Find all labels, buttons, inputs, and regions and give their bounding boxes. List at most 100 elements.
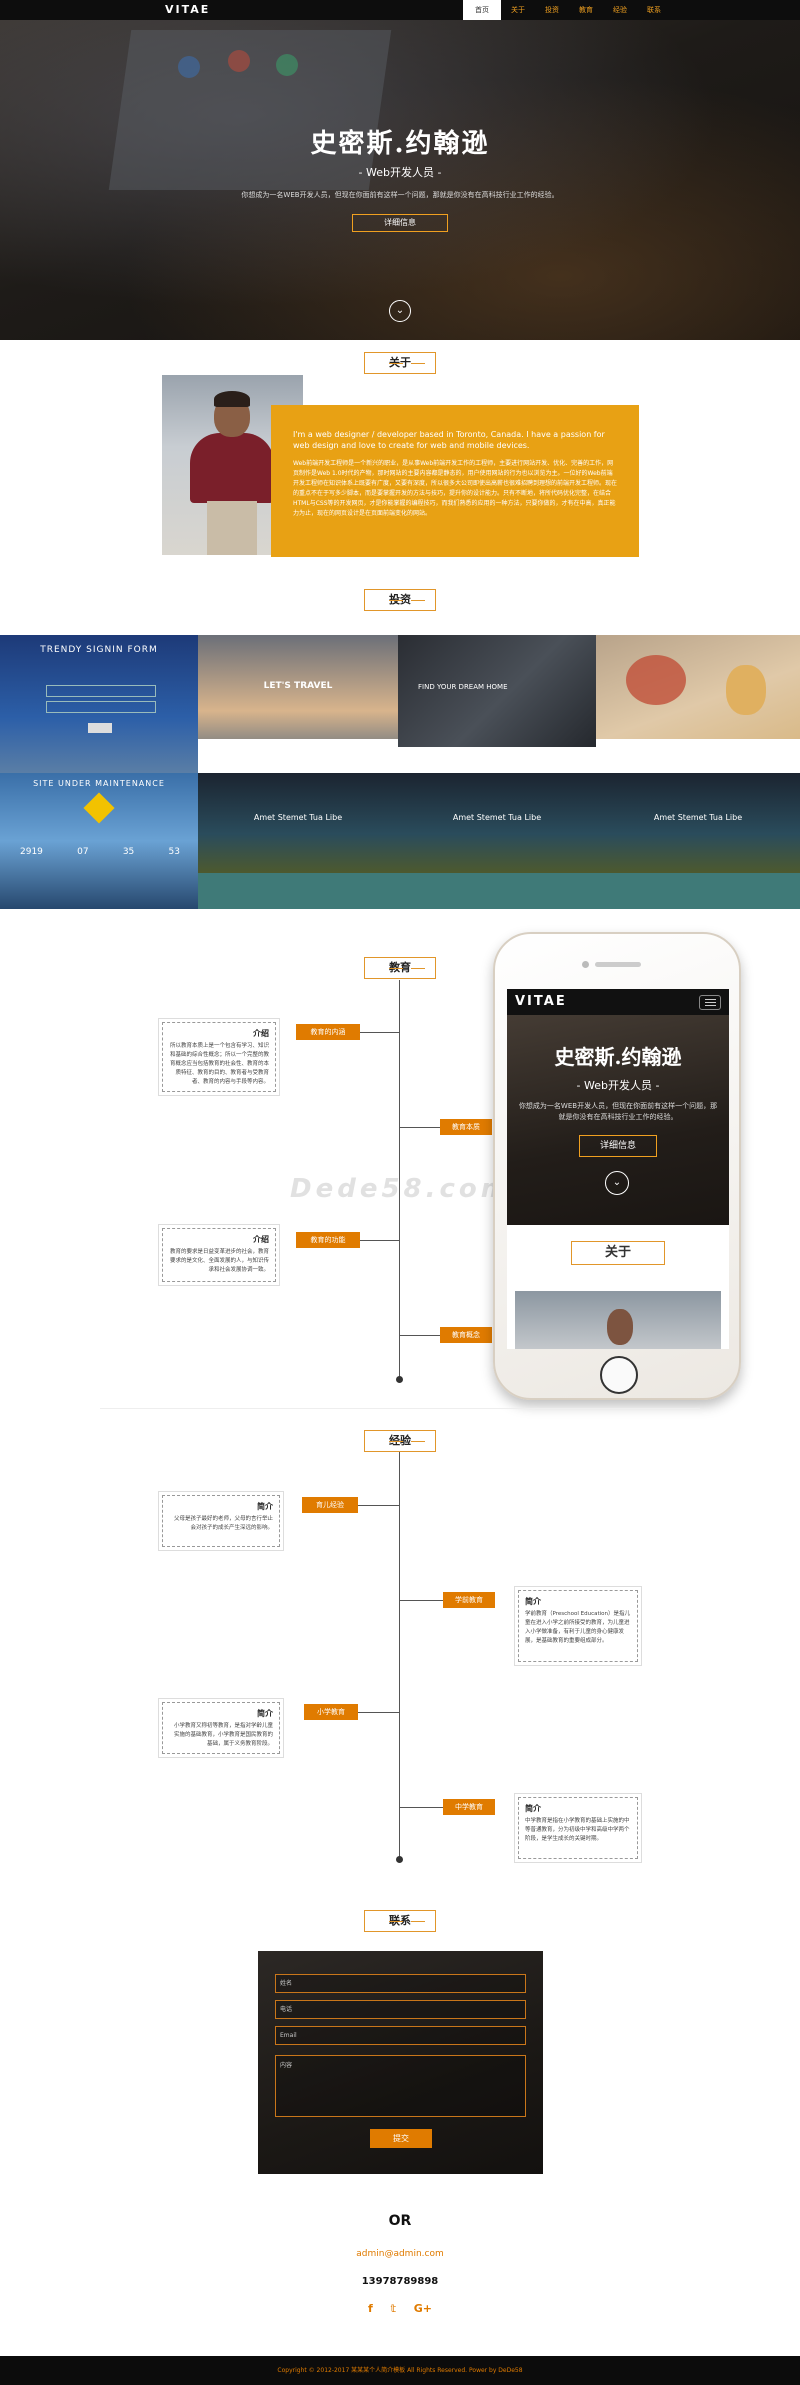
portfolio-tile-title: Amet Stemet Tua Libe (452, 813, 542, 822)
timeline-tag: 教育概念 (440, 1327, 492, 1343)
twitter-icon[interactable]: 𝕥 (390, 2302, 396, 2315)
details-button[interactable]: 详细信息 (352, 214, 448, 232)
phone-input[interactable]: 电话 (275, 2000, 526, 2019)
section-heading-portfolio: 投资 (364, 589, 436, 611)
timeline-card: 简介 小学教育又称初等教育，是指对学龄儿童实施的基础教育，小学教育是国民教育的基… (162, 1702, 280, 1754)
footer: Copyright © 2012-2017 某某某个人简介模板 All Righ… (0, 2356, 800, 2385)
phone-hero-title: 史密斯.约翰逊 (554, 1045, 682, 1069)
card-title: 简介 (525, 1597, 541, 1606)
portfolio-tile[interactable]: TRENDY SIGNIN FORM (0, 635, 198, 773)
portfolio-tile[interactable]: Amet Stemet Tua Libe (198, 773, 398, 909)
nav-item-experience[interactable]: 经验 (603, 0, 637, 20)
phone-speaker (595, 962, 641, 967)
card-title: 介绍 (253, 1029, 269, 1038)
portfolio-tile-title: TRENDY SIGNIN FORM (40, 645, 158, 655)
phone-hero-description: 你想成为一名WEB开发人员，但现在你面前有这样一个问题，那就是你没有在高科技行业… (518, 1102, 718, 1121)
nav-item-portfolio[interactable]: 投资 (535, 0, 569, 20)
portfolio-tile-title: SITE UNDER MAINTENANCE (33, 779, 165, 788)
timeline-tag: 中学教育 (443, 1799, 495, 1815)
timeline-card: 简介 中学教育是指在小学教育的基础上实施的中等普通教育，分为初级中学和高级中学两… (518, 1797, 638, 1859)
timeline-tag: 教育本质 (440, 1119, 492, 1135)
hamburger-menu-icon (699, 995, 721, 1010)
timeline-tag: 教育的功能 (296, 1232, 360, 1248)
portfolio-tile[interactable]: SITE UNDER MAINTENANCE 2919 07 35 53 (0, 773, 198, 909)
timeline-card: 介绍 所以教育本质上是一个包含有学习、知识和基础的综合性概念；所以一个完整的教育… (162, 1022, 276, 1092)
countdown-value: 53 (168, 847, 180, 857)
portfolio-tile[interactable]: LET'S TRAVEL (198, 635, 398, 773)
card-text: 中学教育是指在小学教育的基础上实施的中等普通教育，分为初级中学和高级中学两个阶段… (525, 1818, 630, 1842)
nav-menu: 首页 关于 投资 教育 经验 联系 (463, 0, 671, 20)
countdown: 2919 07 35 53 (20, 847, 180, 857)
tile-content-strip (198, 873, 398, 909)
hero-decor-dot (228, 50, 250, 72)
portfolio-tile-title: LET'S TRAVEL (263, 681, 333, 691)
facebook-icon[interactable]: f (368, 2302, 373, 2315)
form-field (46, 685, 156, 697)
portfolio-tile-title: Amet Stemet Tua Libe (253, 813, 343, 822)
section-divider (100, 1408, 700, 1409)
about-text-box: I'm a web designer / developer based in … (271, 405, 639, 557)
portfolio-tile-title: Amet Stemet Tua Libe (653, 813, 743, 822)
tile-decor (626, 655, 686, 705)
portfolio-tile[interactable] (596, 635, 800, 773)
phone-hero: 史密斯.约翰逊 - Web开发人员 - 你想成为一名WEB开发人员，但现在你面前… (507, 1015, 729, 1225)
photo-hair (214, 391, 250, 407)
card-title: 简介 (257, 1709, 273, 1718)
chevron-down-icon[interactable]: ⌄ (389, 300, 411, 322)
phone-nav: VITAE (507, 989, 729, 1015)
tile-content-strip (596, 873, 800, 909)
google-plus-icon[interactable]: G+ (414, 2302, 432, 2315)
portfolio-tile[interactable]: Amet Stemet Tua Libe (596, 773, 800, 909)
about-body: Web前端开发工程师是一个新兴的职业，是从事Web前端开发工作的工程师，主要进行… (293, 460, 618, 517)
countdown-value: 07 (77, 847, 89, 857)
photo-legs (207, 501, 257, 555)
hero-title: 史密斯.约翰逊 (310, 129, 490, 159)
portfolio-tile[interactable]: Amet Stemet Tua Libe (398, 773, 596, 909)
message-textarea[interactable]: 内容 (275, 2055, 526, 2117)
timeline-connector (399, 1127, 440, 1128)
section-heading-about: 关于 (364, 352, 436, 374)
warning-icon (83, 792, 115, 824)
tile-decor (726, 665, 766, 715)
card-title: 简介 (257, 1502, 273, 1511)
timeline-end-dot (396, 1376, 403, 1383)
timeline-connector (399, 1335, 440, 1336)
submit-button[interactable]: 提交 (370, 2129, 432, 2148)
timeline-connector (358, 1505, 399, 1506)
hero-decor-dot (276, 54, 298, 76)
timeline-tag: 教育的内涵 (296, 1024, 360, 1040)
contact-email-link[interactable]: admin@admin.com (0, 2249, 800, 2259)
card-text: 教育的要求是日益变革进步的社会，教育要求的是文化、全面发展的人，与知识传承和社会… (169, 1249, 269, 1273)
phone-hero-subtitle: - Web开发人员 - (576, 1079, 660, 1092)
phone-camera (582, 961, 589, 968)
phone-home-button (600, 1356, 638, 1394)
tile-content-strip (198, 739, 398, 773)
card-text: 学前教育（Preschool Education）是指儿童在进入小学之前所接受的… (525, 1611, 631, 1644)
brand-logo[interactable]: VITAE (165, 3, 210, 16)
section-heading-experience: 经验 (364, 1430, 436, 1452)
name-input[interactable]: 姓名 (275, 1974, 526, 1993)
portfolio-tile[interactable]: FIND YOUR DREAM HOME (398, 635, 596, 773)
hero-banner: 史密斯.约翰逊 - Web开发人员 - 你想成为一名WEB开发人员，但现在你面前… (0, 20, 800, 340)
tile-content-strip (398, 747, 596, 773)
portfolio-tile-title: FIND YOUR DREAM HOME (418, 683, 508, 691)
phone-screen: VITAE 史密斯.约翰逊 - Web开发人员 - 你想成为一名WEB开发人员，… (507, 989, 729, 1349)
timeline-connector (399, 1807, 443, 1808)
email-input[interactable]: Email (275, 2026, 526, 2045)
card-text: 小学教育又称初等教育，是指对学龄儿童实施的基础教育，小学教育是国民教育的基础，属… (173, 1723, 273, 1747)
contact-phone: 13978789898 (361, 2276, 439, 2287)
card-title: 介绍 (253, 1235, 269, 1244)
phone-brand: VITAE (515, 994, 567, 1009)
timeline-card: 简介 父母是孩子最好的老师，父母的言行举止会对孩子的成长产生深远的影响。 (162, 1495, 280, 1547)
nav-item-home[interactable]: 首页 (463, 0, 501, 20)
card-text: 所以教育本质上是一个包含有学习、知识和基础的综合性概念；所以一个完整的教育概念应… (169, 1043, 269, 1085)
timeline-tag: 育儿经验 (302, 1497, 358, 1513)
timeline-connector (358, 1712, 399, 1713)
phone-profile-photo (515, 1291, 721, 1349)
nav-item-contact[interactable]: 联系 (637, 0, 671, 20)
photo-jacket (190, 433, 274, 503)
nav-item-education[interactable]: 教育 (569, 0, 603, 20)
countdown-value: 2919 (20, 847, 43, 857)
nav-item-about[interactable]: 关于 (501, 0, 535, 20)
page: VITAE 首页 关于 投资 教育 经验 联系 史密斯.约翰逊 - Web开发人… (0, 0, 800, 2385)
